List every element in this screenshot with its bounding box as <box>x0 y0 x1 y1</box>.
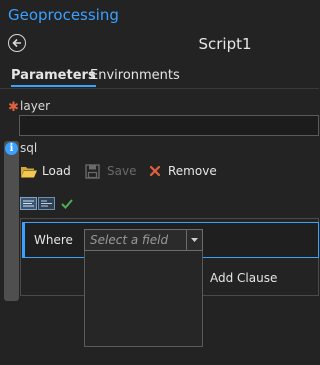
field-select[interactable]: Select a field <box>84 229 203 251</box>
save-button-label: Save <box>107 164 137 178</box>
tab-parameters[interactable]: Parameters <box>11 68 96 87</box>
tab-parameters-label: Parameters <box>11 68 96 83</box>
info-icon[interactable]: i <box>5 142 18 155</box>
tab-environments[interactable]: Environments <box>90 68 180 83</box>
field-dropdown-list[interactable] <box>84 251 203 347</box>
back-arrow-icon[interactable] <box>8 34 26 52</box>
remove-button-label: Remove <box>168 164 217 178</box>
folder-open-icon <box>21 167 37 178</box>
load-button-label: Load <box>42 164 71 178</box>
sql-mode-icon[interactable] <box>20 197 37 210</box>
tabs-divider <box>0 88 319 89</box>
tab-environments-label: Environments <box>90 68 180 83</box>
chevron-down-icon <box>191 238 198 242</box>
dropdown-caret[interactable] <box>186 230 202 250</box>
field-select-placeholder: Select a field <box>90 233 169 247</box>
layer-param-label: layer <box>20 99 51 113</box>
layer-input[interactable] <box>19 115 319 136</box>
save-disk-icon <box>85 164 100 179</box>
add-clause-button[interactable]: Add Clause <box>210 271 277 285</box>
pane-title: Geoprocessing <box>8 6 119 24</box>
tool-title: Script1 <box>198 35 252 53</box>
remove-button[interactable]: Remove <box>148 163 218 181</box>
verify-check-icon[interactable] <box>60 197 74 210</box>
sql-param-label: sql <box>20 141 38 155</box>
required-icon: ✱ <box>8 100 19 115</box>
save-button[interactable]: Save <box>85 163 137 181</box>
where-label: Where <box>34 233 73 247</box>
load-button[interactable]: Load <box>20 163 80 181</box>
remove-x-icon <box>149 165 161 177</box>
clause-mode-icon[interactable] <box>38 197 55 210</box>
active-tab-underline <box>11 85 96 87</box>
sql-param-indicator-bar <box>4 141 19 301</box>
